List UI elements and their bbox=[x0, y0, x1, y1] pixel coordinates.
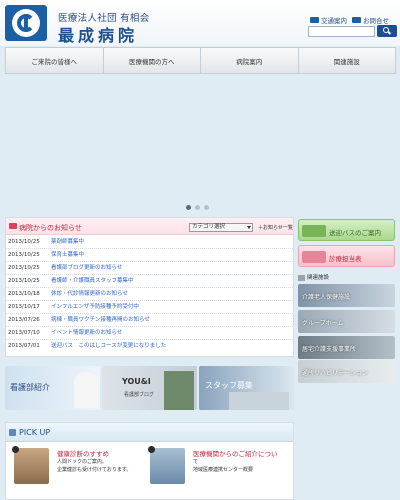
mail-icon bbox=[352, 17, 361, 23]
related-tile-label: 通所リハビリテーション bbox=[302, 370, 368, 377]
news-link[interactable]: 看護部ブログ更新のお知らせ bbox=[51, 262, 122, 274]
news-item: 2013/10/25 保育士募集中 bbox=[6, 249, 293, 262]
news-link[interactable]: 休診・代診情報更新のお知らせ bbox=[51, 288, 128, 300]
nav-item-related-facilities[interactable]: 関連施設 bbox=[299, 48, 396, 73]
news-header: 病院からのお知らせ カテゴリ選択 ＋お知らせ一覧 bbox=[6, 218, 293, 235]
staff-recruit-label: スタッフ募集 bbox=[205, 381, 253, 390]
schedule-button[interactable]: 診療担当表 bbox=[298, 245, 395, 267]
category-select[interactable]: カテゴリ選択 bbox=[189, 223, 253, 232]
pickup-item-title[interactable]: 医療機関からのご紹介につい bbox=[193, 448, 278, 458]
news-date: 2013/10/17 bbox=[8, 304, 40, 310]
news-panel: 病院からのお知らせ カテゴリ選択 ＋お知らせ一覧 2013/10/25 薬剤師募… bbox=[5, 217, 294, 357]
search-button[interactable] bbox=[377, 25, 397, 37]
pin-icon bbox=[12, 446, 19, 453]
nav-item-hospital-guide[interactable]: 病院案内 bbox=[201, 48, 299, 73]
related-tile-group-home[interactable]: グループホーム bbox=[298, 310, 395, 333]
news-title: 病院からのお知らせ bbox=[19, 224, 82, 232]
hospital-logo[interactable] bbox=[5, 5, 47, 41]
banner-bar: 看護部紹介 YOU&I 看護部ブログ スタッフ募集 bbox=[5, 366, 294, 410]
news-date: 2013/07/26 bbox=[8, 317, 40, 323]
blog-banner-label: YOU&I bbox=[122, 377, 151, 386]
related-tile-care-facility[interactable]: 介護老人保健施設 bbox=[298, 284, 395, 307]
related-tile-label: グループホーム bbox=[302, 320, 344, 327]
nursing-banner-label: 看護部紹介 bbox=[10, 383, 50, 392]
checkup-thumbnail bbox=[14, 448, 49, 484]
pin-icon bbox=[148, 446, 155, 453]
calendar-icon bbox=[302, 251, 326, 263]
contact-link-label: お問合せ bbox=[363, 17, 389, 25]
slider-dot[interactable] bbox=[195, 205, 200, 210]
slider-pagination bbox=[186, 205, 209, 210]
news-list-link[interactable]: ＋お知らせ一覧 bbox=[258, 224, 293, 231]
news-link[interactable]: イベント情報更新のお知らせ bbox=[51, 327, 122, 339]
schedule-label: 診療担当表 bbox=[329, 255, 362, 263]
news-date: 2013/10/25 bbox=[8, 252, 40, 258]
related-facilities-heading: 関連施設 bbox=[298, 273, 329, 281]
related-tile-label: 介護老人保健施設 bbox=[302, 294, 351, 301]
slider-dot[interactable] bbox=[186, 205, 191, 210]
pickup-title: PICK UP bbox=[19, 428, 51, 437]
nav-item-medical-institutions[interactable]: 医療機関の方へ bbox=[104, 48, 201, 73]
pickup-header: PICK UP bbox=[6, 423, 293, 442]
news-link[interactable]: インフルエンザ予防接種予約受付中 bbox=[51, 301, 139, 313]
pickup-panel: PICK UP 健康診断のすすめ 人間ドックのご案内。 企業健診も受け付けており… bbox=[5, 422, 294, 500]
staff-recruit-banner[interactable]: スタッフ募集 bbox=[199, 366, 294, 410]
related-tile-home-care[interactable]: 居宅介護支援事業所 bbox=[298, 336, 395, 359]
shuttle-bus-label: 送迎バスのご案内 bbox=[329, 229, 381, 237]
news-date: 2013/10/25 bbox=[8, 239, 40, 245]
news-item: 2013/07/26 病棟・職員ワクチン接種再開のお知らせ bbox=[6, 314, 293, 327]
pickup-item-referral[interactable]: 医療機関からのご紹介につい て 地域医療連携センター概要 bbox=[148, 446, 290, 496]
pickup-item-title[interactable]: 健康診断のすすめ bbox=[57, 448, 109, 458]
news-date: 2013/07/01 bbox=[8, 343, 40, 349]
search-icon bbox=[383, 27, 389, 33]
news-item: 2013/10/25 薬剤師募集中 bbox=[6, 236, 293, 249]
building-icon bbox=[298, 274, 305, 281]
shuttle-bus-button[interactable]: 送迎バスのご案内 bbox=[298, 219, 395, 241]
hospital-name[interactable]: 最成病院 bbox=[58, 22, 138, 46]
nurse-photo bbox=[74, 372, 98, 408]
related-tile-day-rehab[interactable]: 通所リハビリテーション bbox=[298, 360, 395, 383]
pickup-icon bbox=[9, 429, 16, 436]
related-tile-label: 居宅介護支援事業所 bbox=[302, 346, 357, 353]
news-date: 2013/07/10 bbox=[8, 330, 40, 336]
news-date: 2013/10/25 bbox=[8, 278, 40, 284]
global-nav: ご来院の皆様へ 医療機関の方へ 病院案内 関連施設 bbox=[5, 47, 396, 74]
news-item: 2013/07/01 送迎バス このはしコースが変更になりました bbox=[6, 340, 293, 353]
news-link[interactable]: 看護師・介護職員スタッフ募集中 bbox=[51, 275, 134, 287]
news-item: 2013/10/18 休診・代診情報更新のお知らせ bbox=[6, 288, 293, 301]
news-link[interactable]: 送迎バス このはしコースが変更になりました bbox=[51, 340, 166, 352]
pickup-item-desc: 人間ドックのご案内。 企業健診も受け付けております。 bbox=[57, 459, 132, 473]
site-header: 医療法人社団 有相会 最成病院 交通案内 お問合せ bbox=[0, 0, 400, 46]
building-photo bbox=[229, 392, 289, 410]
news-link[interactable]: 病棟・職員ワクチン接種再開のお知らせ bbox=[51, 314, 150, 326]
access-link[interactable]: 交通案内 bbox=[310, 15, 347, 25]
nav-item-patients[interactable]: ご来院の皆様へ bbox=[6, 48, 104, 73]
news-item: 2013/10/17 インフルエンザ予防接種予約受付中 bbox=[6, 301, 293, 314]
chevron-down-icon bbox=[247, 226, 251, 229]
news-item: 2013/10/25 看護師・介護職員スタッフ募集中 bbox=[6, 275, 293, 288]
nurses-photo bbox=[164, 371, 194, 410]
pencil-icon bbox=[9, 223, 17, 229]
referral-thumbnail bbox=[150, 448, 185, 484]
blog-banner-sublabel: 看護部ブログ bbox=[124, 392, 155, 398]
blog-banner[interactable]: YOU&I 看護部ブログ bbox=[102, 366, 197, 410]
map-icon bbox=[310, 17, 319, 23]
news-date: 2013/10/18 bbox=[8, 291, 40, 297]
logo-emblem-icon bbox=[12, 9, 40, 37]
slider-dot[interactable] bbox=[204, 205, 209, 210]
category-select-value: カテゴリ選択 bbox=[192, 224, 226, 230]
pickup-item-checkup[interactable]: 健康診断のすすめ 人間ドックのご案内。 企業健診も受け付けております。 bbox=[12, 446, 144, 496]
news-link[interactable]: 保育士募集中 bbox=[51, 249, 84, 261]
news-item: 2013/10/25 看護部ブログ更新のお知らせ bbox=[6, 262, 293, 275]
bus-icon bbox=[302, 225, 326, 237]
pickup-item-desc: て 地域医療連携センター概要 bbox=[193, 459, 254, 473]
news-date: 2013/10/25 bbox=[8, 265, 40, 271]
nursing-banner[interactable]: 看護部紹介 bbox=[5, 366, 100, 410]
hero-slider bbox=[0, 76, 400, 200]
news-link[interactable]: 薬剤師募集中 bbox=[51, 236, 84, 248]
search-input[interactable] bbox=[308, 26, 375, 37]
contact-link[interactable]: お問合せ bbox=[352, 15, 389, 25]
news-item: 2013/07/10 イベント情報更新のお知らせ bbox=[6, 327, 293, 340]
access-link-label: 交通案内 bbox=[321, 17, 347, 25]
